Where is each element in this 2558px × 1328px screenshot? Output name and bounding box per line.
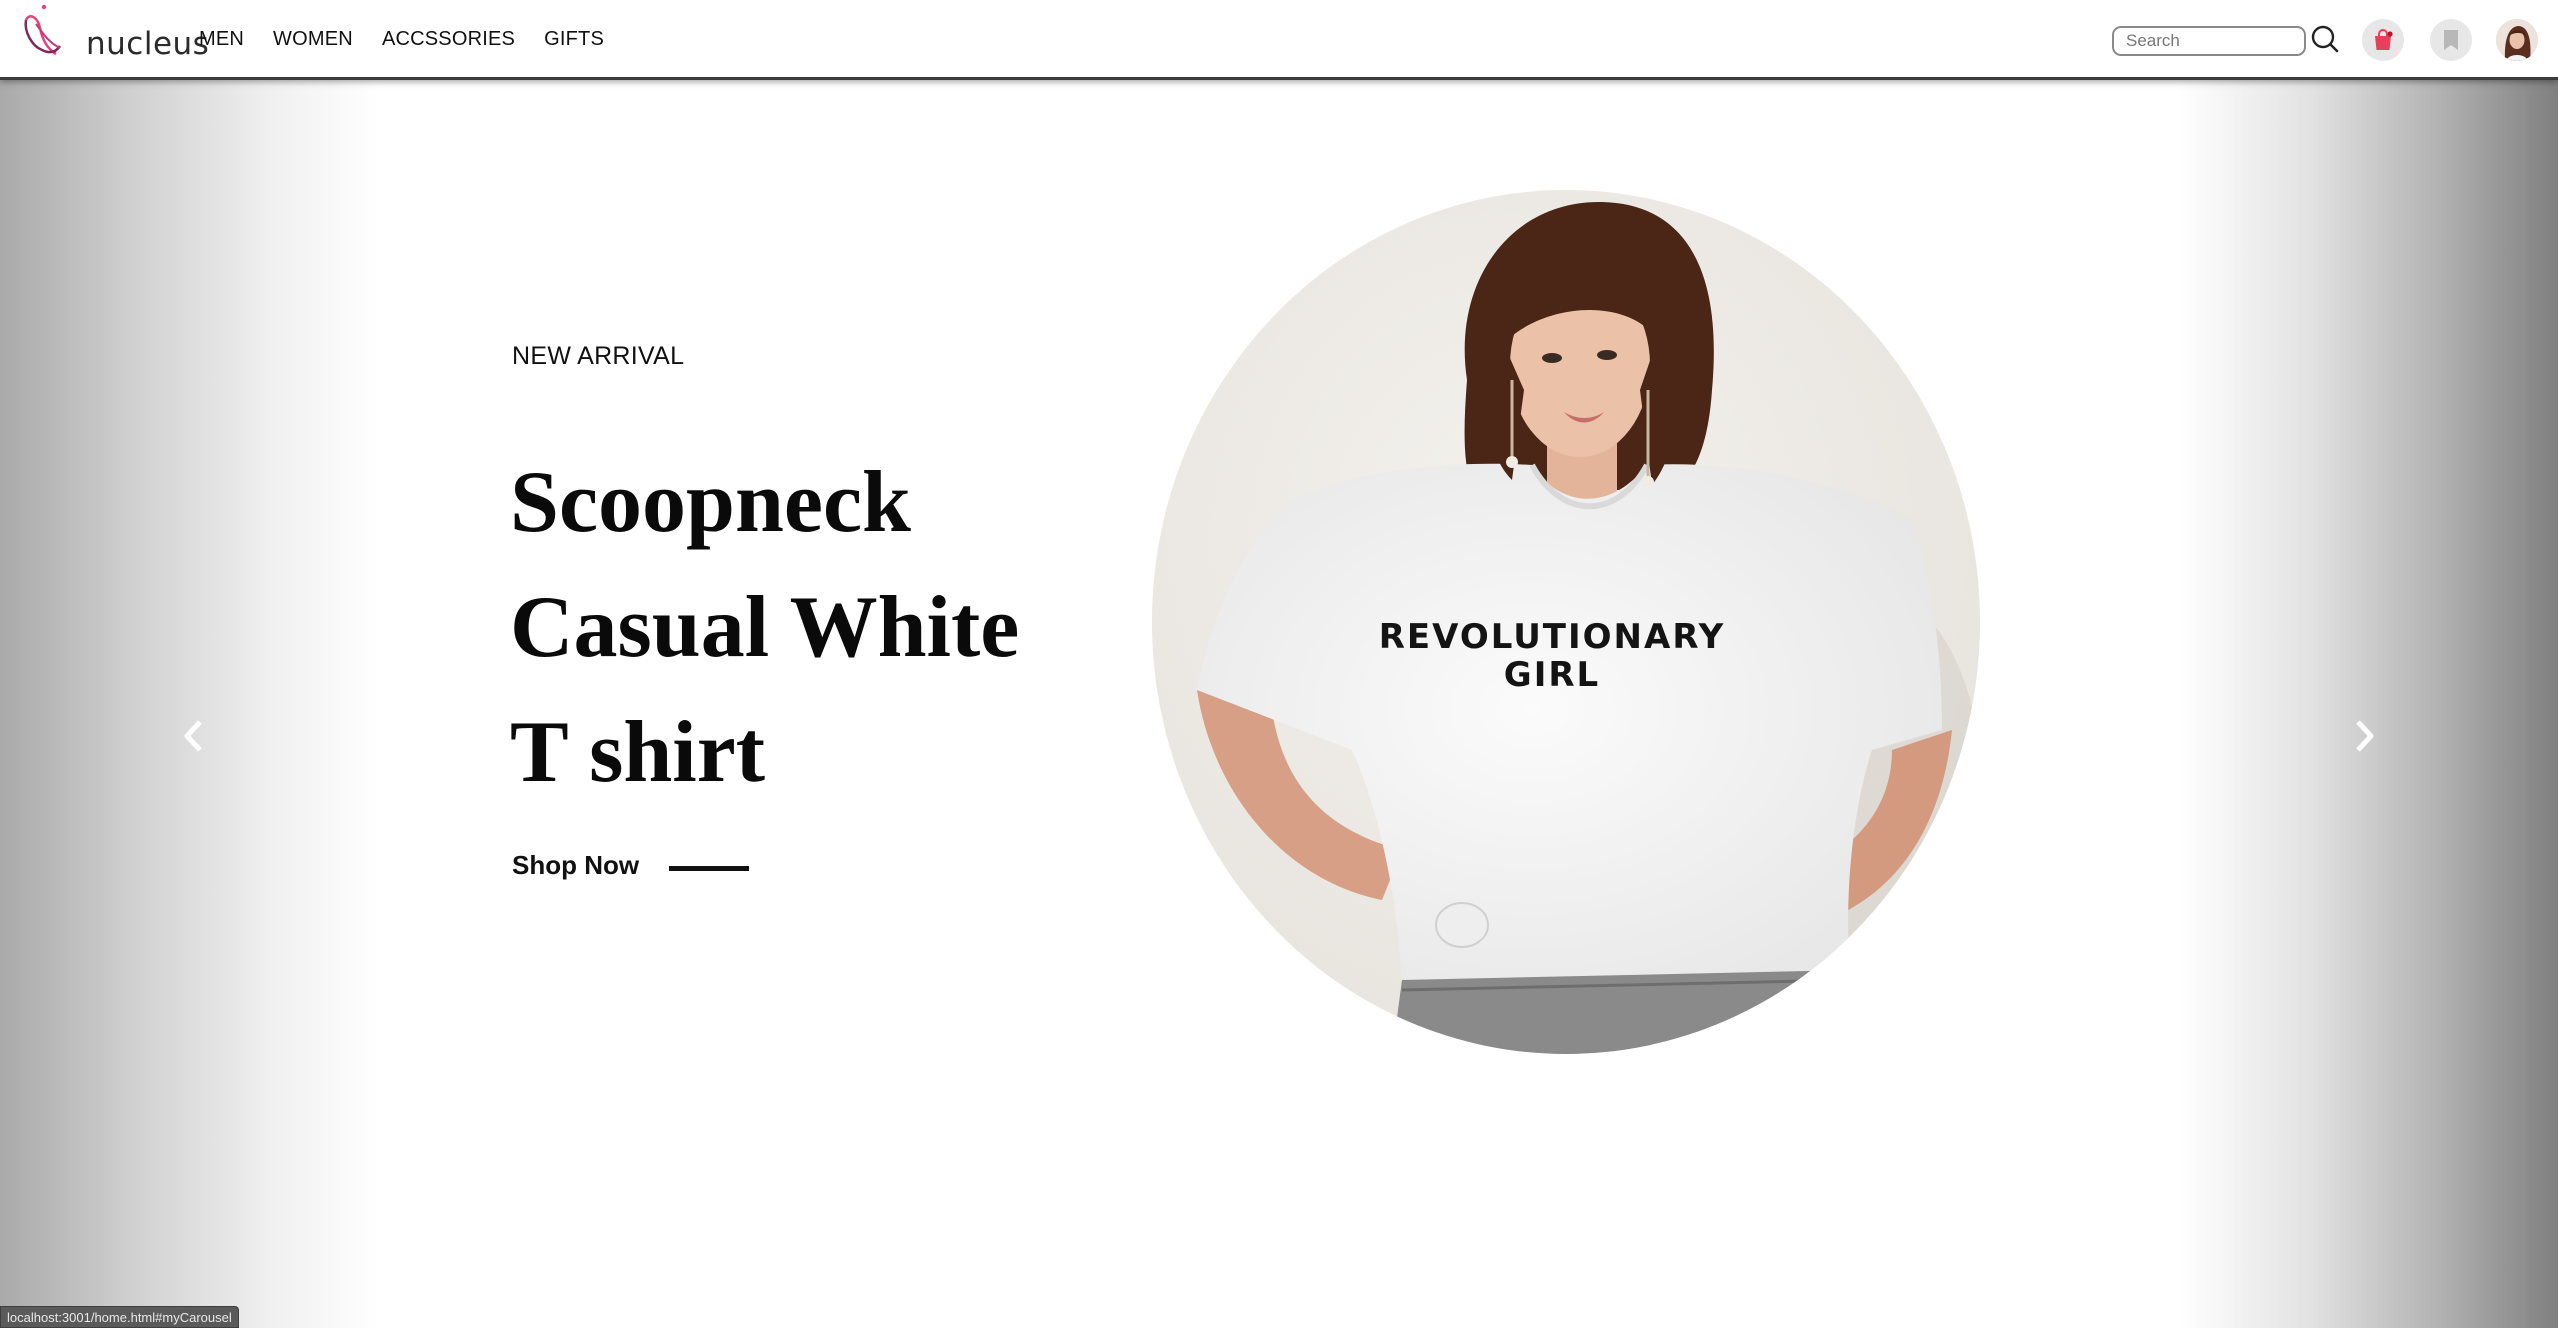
status-bar-url: localhost:3001/home.html#myCarousel — [0, 1306, 239, 1328]
search-icon[interactable] — [2310, 24, 2340, 54]
shop-now-label: Shop Now — [512, 850, 640, 880]
shop-now-underline — [669, 866, 750, 871]
user-avatar-icon — [2496, 19, 2538, 61]
hero-title-line-3: T shirt — [510, 704, 766, 801]
bookmark-icon — [2444, 30, 2458, 50]
hero-title: Scoopneck Casual White T shirt — [510, 440, 1150, 815]
top-navbar: nucleus MEN WOMEN ACCSSORIES GIFTS — [0, 0, 2558, 80]
hero-title-line-1: Scoopneck — [510, 454, 911, 551]
chevron-right-icon[interactable] — [2351, 718, 2377, 754]
hero-product-image: REVOLUTIONARY GIRL — [1152, 190, 1980, 1054]
shirt-print-line-2: GIRL — [1504, 655, 1600, 695]
carousel-prev-control[interactable] — [0, 80, 380, 1328]
nav-link-men[interactable]: MEN — [199, 28, 244, 51]
search-input[interactable] — [2112, 26, 2306, 56]
avatar[interactable] — [2496, 19, 2538, 61]
nav-link-women[interactable]: WOMEN — [273, 28, 353, 51]
main-nav: MEN WOMEN ACCSSORIES GIFTS — [199, 28, 604, 51]
cart-button[interactable] — [2362, 19, 2404, 61]
hero-title-line-2: Casual White — [510, 579, 1020, 676]
brand-logo[interactable]: nucleus — [22, 2, 209, 72]
shopping-bag-icon — [2375, 29, 2393, 50]
carousel-next-control[interactable] — [2178, 80, 2558, 1328]
hero-carousel: NEW ARRIVAL Scoopneck Casual White T shi… — [0, 80, 2558, 1328]
nav-link-accessories[interactable]: ACCSSORIES — [382, 28, 515, 51]
bookmark-button[interactable] — [2430, 19, 2472, 61]
shirt-print-line-1: REVOLUTIONARY — [1379, 617, 1726, 657]
shop-now-link[interactable]: Shop Now — [512, 850, 750, 881]
nav-link-gifts[interactable]: GIFTS — [544, 28, 604, 51]
hero-eyebrow: NEW ARRIVAL — [512, 342, 685, 370]
brand-name: nucleus — [86, 26, 210, 62]
chevron-left-icon[interactable] — [181, 718, 207, 754]
